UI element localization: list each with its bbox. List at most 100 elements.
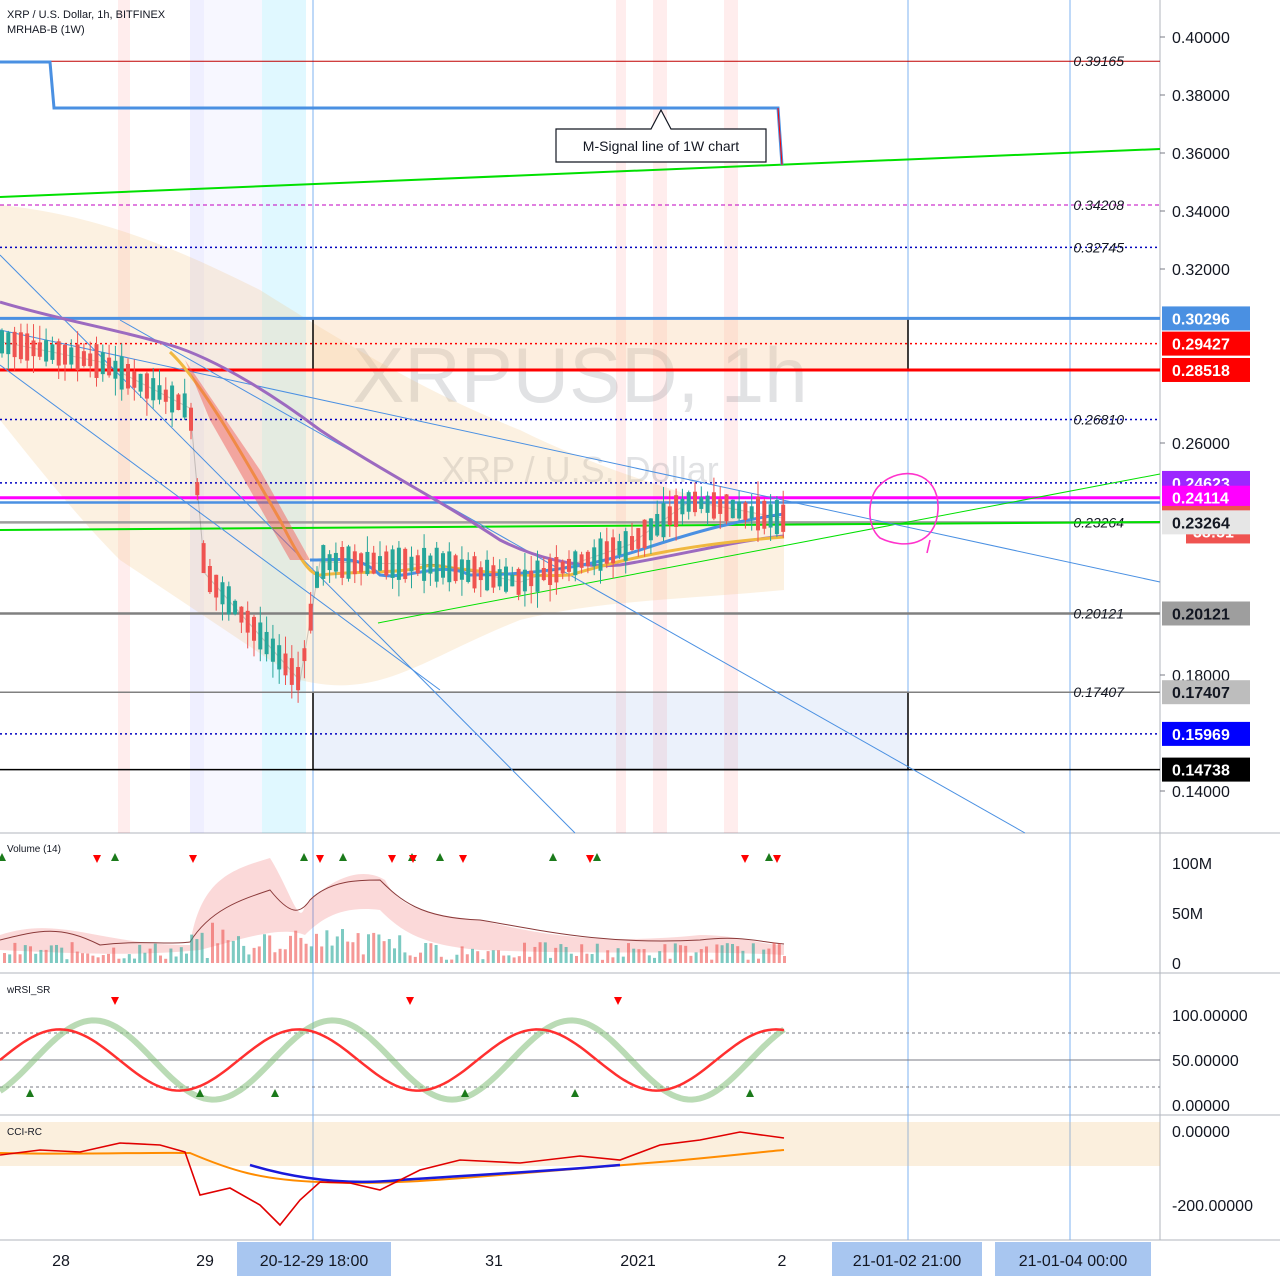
volume-bar xyxy=(746,959,750,963)
annotation-text: M-Signal line of 1W chart xyxy=(583,138,740,154)
candle-body xyxy=(441,553,445,578)
support-zone xyxy=(312,691,909,771)
wrsi-tick-label: 0.00000 xyxy=(1172,1098,1230,1115)
volume-bar xyxy=(434,945,438,963)
candle-body xyxy=(623,531,628,561)
candle-body xyxy=(447,551,452,583)
candle-body xyxy=(472,556,477,589)
volume-bar xyxy=(117,958,121,963)
volume-bar xyxy=(653,957,656,963)
candle-body xyxy=(113,360,118,379)
candle-body xyxy=(396,547,401,580)
chart-canvas[interactable]: XRPUSD, 1hXRP / U.S. Dollar0.391650.3420… xyxy=(0,0,1280,1281)
volume-bar xyxy=(398,935,402,963)
volume-bar xyxy=(777,943,781,963)
volume-bar xyxy=(471,948,474,963)
volume-bar xyxy=(528,956,532,963)
volume-bar xyxy=(200,932,204,963)
volume-bar xyxy=(96,957,100,963)
candle-body xyxy=(749,506,754,519)
candle-body xyxy=(718,499,723,514)
candle-body xyxy=(81,351,86,366)
volume-bar xyxy=(174,956,178,963)
volume-bar xyxy=(569,953,573,963)
volume-bar xyxy=(65,959,69,963)
candle-body xyxy=(126,364,130,389)
volume-bar xyxy=(81,953,84,963)
candle-body xyxy=(88,353,93,367)
candle-body xyxy=(636,528,641,549)
candle-body xyxy=(239,606,244,623)
volume-bar xyxy=(601,959,604,963)
candle-body xyxy=(163,389,168,402)
time-label: 29 xyxy=(196,1253,214,1270)
volume-bar xyxy=(185,953,188,963)
candle-body xyxy=(711,492,716,519)
volume-bar xyxy=(289,935,292,963)
volume-bar xyxy=(554,947,558,963)
level-label: 0.34208 xyxy=(1073,197,1124,213)
volume-bar xyxy=(694,952,698,963)
candle-body xyxy=(365,551,370,575)
candle-body xyxy=(144,373,149,399)
volume-bar xyxy=(767,948,771,963)
candle-body xyxy=(459,559,464,580)
volume-bar xyxy=(757,958,760,963)
candle-body xyxy=(264,631,269,655)
volume-bar xyxy=(637,949,641,963)
volume-bar xyxy=(356,933,360,963)
volume-bar xyxy=(523,942,526,963)
candle-body xyxy=(176,394,181,410)
volume-bar xyxy=(512,957,516,963)
volume-bar xyxy=(101,955,105,963)
volume-bar xyxy=(247,954,251,963)
volume-bar xyxy=(564,946,568,963)
volume-bar xyxy=(23,945,27,963)
candle-body xyxy=(497,569,502,587)
time-label: 2 xyxy=(778,1253,787,1270)
volume-bar xyxy=(39,949,43,963)
volume-bar xyxy=(429,943,433,963)
volume-bar xyxy=(29,946,32,963)
candle-body xyxy=(0,330,4,354)
volume-bar xyxy=(377,934,381,963)
wrsi-pane-label: wRSI_SR xyxy=(7,985,51,996)
volume-bar xyxy=(460,946,464,963)
time-label: 2021 xyxy=(620,1253,656,1270)
candle-body xyxy=(270,638,275,662)
volume-bar xyxy=(585,953,589,963)
candle-body xyxy=(680,498,685,515)
price-badge-label: 0.29427 xyxy=(1172,337,1230,354)
candle-body xyxy=(617,541,622,556)
price-badge-label: 0.30296 xyxy=(1172,311,1230,328)
candle-body xyxy=(604,541,609,564)
candle-body xyxy=(107,357,112,376)
volume-bar xyxy=(731,943,734,963)
volume-bar xyxy=(367,934,370,963)
volume-bar xyxy=(590,954,594,963)
volume-bar xyxy=(304,943,308,963)
candle-body xyxy=(37,342,42,357)
price-tick-label: 0.38000 xyxy=(1172,88,1230,105)
volume-bar xyxy=(741,950,745,963)
volume-bar xyxy=(679,945,682,963)
candle-body xyxy=(485,559,490,591)
volume-bar xyxy=(164,958,168,963)
candle-body xyxy=(151,378,156,401)
volume-bar xyxy=(315,933,318,963)
candle-body xyxy=(655,514,660,536)
volume-bar xyxy=(491,950,495,963)
candle-body xyxy=(296,667,301,691)
price-tick-label: 0.40000 xyxy=(1172,30,1230,47)
candle-body xyxy=(157,385,162,400)
candle-body xyxy=(75,344,80,371)
candle-body xyxy=(277,645,282,670)
volume-bar xyxy=(60,947,64,963)
volume-bar xyxy=(549,957,552,963)
candle-body xyxy=(598,538,603,571)
volume-bar xyxy=(647,955,651,963)
volume-bar xyxy=(169,948,173,963)
candle-body xyxy=(100,352,105,375)
volume-bar xyxy=(153,943,157,963)
cci-tick-label: -200.00000 xyxy=(1172,1198,1253,1215)
